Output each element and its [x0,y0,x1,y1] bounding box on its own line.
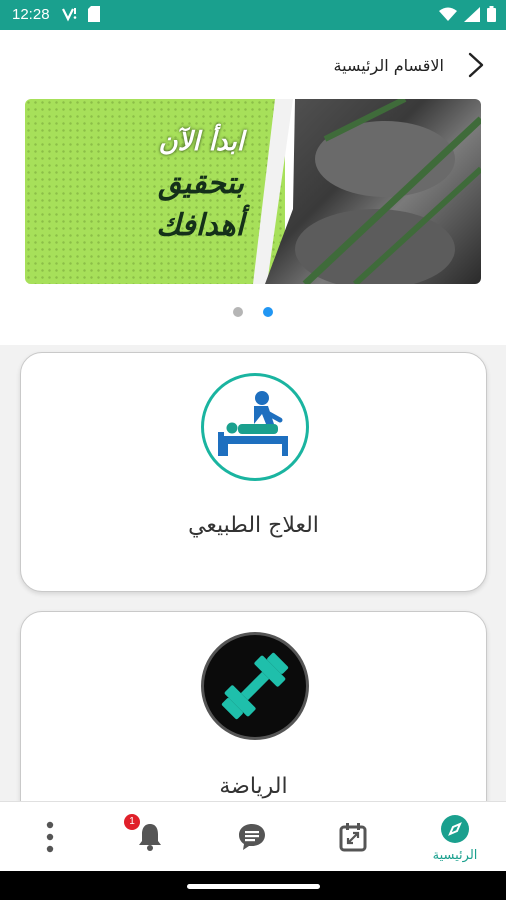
bell-icon[interactable] [138,822,162,852]
banner-text: ابدأ الآن بتحقيق أهدافك [39,121,244,247]
category-list: العلاج الطبيعي الرياضة [0,345,506,801]
more-vertical-icon[interactable] [45,821,55,853]
nav-calendar[interactable] [313,802,393,872]
dumbbell-icon [201,632,309,740]
banner-line-1: ابدأ الآن [158,127,244,157]
category-card-physiotherapy[interactable]: العلاج الطبيعي [20,352,487,592]
nav-home[interactable]: الرئيسية [415,802,495,872]
nav-chat[interactable] [212,802,292,872]
cellular-icon [464,6,480,22]
sim-card-icon [88,6,100,22]
chat-icon[interactable] [237,822,267,852]
physiotherapy-icon [201,373,309,481]
status-bar: 12:28 [0,0,506,30]
category-card-sports[interactable]: الرياضة [20,611,487,801]
calendar-icon[interactable] [339,822,367,852]
system-nav-bar [0,871,506,900]
nav-notifications[interactable]: 1 [110,802,190,872]
home-gesture-handle[interactable] [187,884,320,889]
page-title: الاقسام الرئيسية [333,56,444,75]
status-time: 12:28 [12,6,50,23]
carousel-dot-2[interactable] [263,307,273,317]
compass-icon[interactable] [440,814,470,844]
bottom-navigation: 1 الرئيسية [0,801,506,871]
banner-photo [265,99,481,284]
chevron-right-icon[interactable] [464,50,488,80]
category-label: الرياضة [219,774,288,799]
nav-more[interactable] [10,802,90,872]
carousel-indicator [0,307,506,319]
carousel-dot-1[interactable] [233,307,243,317]
banner-line-2: بتحقيق [157,166,244,201]
wifi-icon [439,7,457,21]
banner-line-3: أهدافك [156,208,244,243]
category-label: العلاج الطبيعي [188,513,319,538]
signal-icon [62,8,77,22]
nav-home-label: الرئيسية [432,848,478,863]
notification-badge: 1 [124,814,140,830]
resistance-band-image [295,99,481,284]
battery-icon [487,6,496,22]
promo-banner[interactable]: ابدأ الآن بتحقيق أهدافك [25,99,481,284]
page-header: الاقسام الرئيسية [0,30,506,100]
